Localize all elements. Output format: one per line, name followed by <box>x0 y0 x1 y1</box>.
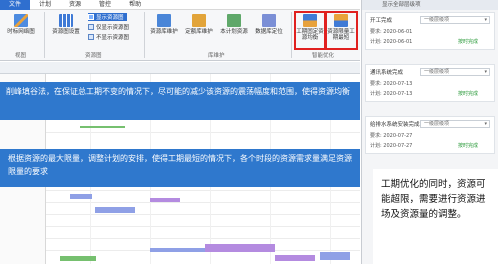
grid-line <box>46 238 360 239</box>
planned-date: 计划: 2020-06-01 <box>370 39 413 45</box>
milestone-title: 给排水系统安装完成 <box>370 122 420 128</box>
network-chart-label: 时标网络图 <box>7 29 35 35</box>
status-badge: 按时完成 <box>458 91 479 97</box>
hide-resource-label: 不显示资源图 <box>96 35 130 41</box>
resource-bar <box>60 256 96 261</box>
database-icon <box>262 14 276 27</box>
menu-help[interactable]: 帮助 <box>120 0 150 10</box>
divider <box>291 12 292 58</box>
database-locate-button[interactable]: 数据库定位 <box>253 14 285 35</box>
milestone-card[interactable]: 通讯系统完成 一级层级项 要求: 2020-07-13 计划: 2020-07-… <box>365 64 495 102</box>
explanation-note: 工期优化的同时，资源可能超限，需要进行资源进场及资源量的调整。 <box>373 169 498 264</box>
library-icon <box>157 14 171 27</box>
resource-library-button[interactable]: 资源库维护 <box>148 14 180 35</box>
menu-file[interactable]: 文件 <box>0 0 31 10</box>
milestone-card[interactable]: 给排水系统安装完成 一级层级项 要求: 2020-07-27 计划: 2020-… <box>365 116 495 154</box>
grid-line <box>46 202 360 203</box>
resource-bar <box>205 244 275 252</box>
level-select[interactable]: 一级层级项 <box>420 16 490 24</box>
grid-line <box>46 132 360 133</box>
milestone-title: 开工完成 <box>370 18 393 24</box>
resource-library-label: 资源库维护 <box>150 29 178 35</box>
library-icon <box>227 14 241 27</box>
status-badge: 按时完成 <box>458 143 479 149</box>
panel-title[interactable]: 显示全部层级项 <box>362 0 498 10</box>
level-select[interactable]: 一级层级项 <box>420 120 490 128</box>
resource-bar <box>275 255 315 261</box>
milestone-card[interactable]: 开工完成 一级层级项 要求: 2020-06-01 计划: 2020-06-01… <box>365 12 495 50</box>
quota-library-label: 定额库维护 <box>185 29 213 35</box>
show-resource-label: 显示资源图 <box>96 15 124 21</box>
checkbox-icon <box>88 14 94 20</box>
resource-bar <box>95 207 135 213</box>
required-date: 要求: 2020-06-01 <box>370 29 413 35</box>
view-group-label: 视图 <box>15 53 27 59</box>
grid-line <box>46 226 360 227</box>
menu-resource[interactable]: 资源 <box>60 0 90 10</box>
resource-bar <box>150 248 205 252</box>
library-group-label: 库维护 <box>208 53 225 59</box>
show-resource-toggle[interactable]: 显示资源图 <box>88 13 127 21</box>
leveling-explanation-banner: 削峰填谷法，在保证总工期不变的情况下，尽可能的减少该资源的震荡幅度和范围，使得资… <box>0 82 360 120</box>
resource-bar <box>320 252 350 260</box>
timescale-header <box>0 62 360 74</box>
required-date: 要求: 2020-07-13 <box>370 81 413 87</box>
grid-line <box>46 190 360 191</box>
planned-date: 计划: 2020-07-13 <box>370 91 413 97</box>
divider <box>44 12 45 58</box>
status-badge: 按时完成 <box>458 39 479 45</box>
planned-date: 计划: 2020-07-27 <box>370 143 413 149</box>
only-resource-label: 仅显示资源图 <box>96 25 130 31</box>
resource-group-label: 资源图 <box>85 53 102 59</box>
network-chart-button[interactable]: 时标网络图 <box>6 14 36 35</box>
milestone-title: 通讯系统完成 <box>370 70 404 76</box>
plan-resource-button[interactable]: 本计划资源 <box>218 14 250 35</box>
resource-bar <box>150 198 180 202</box>
limited-resource-explanation-banner: 根据资源的最大限量，调整计划的安排，使得工期最短的情况下，各个时段的资源需求量满… <box>0 149 360 187</box>
divider <box>144 12 145 58</box>
ribbon-toolbar: 时标网络图 视图 资源图设置 显示资源图 仅显示资源图 不显示资源图 资源图 资… <box>0 10 360 61</box>
checkbox-icon <box>88 24 94 30</box>
database-locate-label: 数据库定位 <box>255 29 283 35</box>
menu-plan[interactable]: 计划 <box>30 0 60 10</box>
grid-line <box>46 214 360 215</box>
hide-resource-toggle[interactable]: 不显示资源图 <box>88 33 129 41</box>
quota-library-button[interactable]: 定额库维护 <box>183 14 215 35</box>
only-resource-toggle[interactable]: 仅显示资源图 <box>88 23 129 31</box>
optimize-group-label: 智能优化 <box>312 53 335 59</box>
network-chart-icon <box>14 14 28 27</box>
menu-control[interactable]: 管控 <box>90 0 120 10</box>
required-date: 要求: 2020-07-27 <box>370 133 413 139</box>
highlight-box <box>294 11 326 50</box>
task-bar <box>80 126 125 128</box>
checkbox-icon <box>88 34 94 40</box>
menu-bar: 文件 计划 资源 管控 帮助 <box>0 0 360 10</box>
resource-settings-icon <box>59 14 73 27</box>
resource-bar <box>70 194 92 199</box>
plan-resource-label: 本计划资源 <box>220 29 248 35</box>
resource-settings-label: 资源图设置 <box>52 29 80 35</box>
resource-settings-button[interactable]: 资源图设置 <box>49 14 83 35</box>
highlight-box <box>325 11 358 50</box>
level-select[interactable]: 一级层级项 <box>420 68 490 76</box>
library-icon <box>192 14 206 27</box>
